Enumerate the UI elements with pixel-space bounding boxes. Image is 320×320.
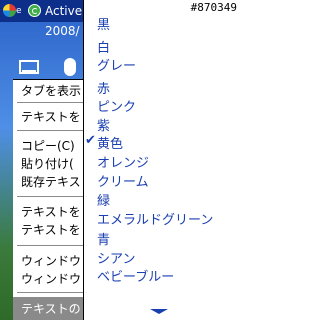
- activesync-icon[interactable]: [28, 4, 41, 17]
- scroll-down-arrow-icon[interactable]: [150, 309, 168, 314]
- context-menu: タブを表示 テキストを コピー(C) 貼り付け( 既存テキス テキストを テキス…: [13, 79, 91, 320]
- color-item-orange[interactable]: オレンジ: [97, 152, 149, 171]
- title-fragment: e: [16, 6, 22, 16]
- color-item-green[interactable]: 緑: [97, 190, 110, 209]
- color-item-blue[interactable]: 青: [97, 229, 110, 248]
- context-menu-item[interactable]: コピー(C): [21, 137, 75, 154]
- context-menu-item[interactable]: 既存テキス: [21, 173, 81, 190]
- start-menu-icon[interactable]: [3, 4, 16, 17]
- today-item-icon: [64, 58, 76, 76]
- context-menu-item[interactable]: テキストを: [21, 108, 81, 125]
- screen: e Active 2008/ タブを表示 テキストを コピー(C) 貼り付け( …: [0, 0, 240, 320]
- color-item-pink[interactable]: ピンク: [97, 96, 136, 115]
- mail-icon: [19, 60, 39, 74]
- color-submenu: #870349 ✔ 黒 白 グレー 赤 ピンク 紫 黄色 オレンジ クリーム 緑…: [83, 0, 240, 320]
- menu-separator: [17, 245, 91, 246]
- context-menu-item[interactable]: 貼り付け(: [21, 155, 74, 172]
- date-fragment: 2008/: [45, 24, 80, 38]
- context-menu-item[interactable]: テキストを: [21, 221, 81, 238]
- color-item-cream[interactable]: クリーム: [97, 171, 149, 190]
- color-code-label: #870349: [190, 1, 237, 14]
- menu-separator: [17, 196, 91, 197]
- context-menu-item-selected[interactable]: テキストの: [21, 300, 81, 317]
- context-menu-item[interactable]: ウィンドウ: [21, 252, 81, 269]
- app-title: Active: [45, 4, 83, 18]
- context-menu-item[interactable]: タブを表示: [21, 82, 81, 99]
- color-item-black[interactable]: 黒: [97, 14, 110, 33]
- context-menu-item[interactable]: ウィンドウ: [21, 270, 81, 287]
- color-item-gray[interactable]: グレー: [97, 55, 136, 74]
- color-item-cyan[interactable]: シアン: [97, 248, 135, 267]
- menu-separator: [17, 292, 91, 293]
- color-item-baby-blue[interactable]: ベビーブルー: [97, 266, 174, 285]
- menu-separator: [17, 130, 91, 131]
- context-menu-item[interactable]: テキストを: [21, 203, 81, 220]
- color-item-yellow[interactable]: 黄色: [97, 133, 123, 152]
- color-item-purple[interactable]: 紫: [97, 115, 110, 134]
- menu-separator: [17, 102, 91, 103]
- check-icon: ✔: [85, 133, 96, 148]
- color-item-emerald[interactable]: エメラルドグリーン: [97, 209, 213, 228]
- color-item-red[interactable]: 赤: [97, 78, 110, 97]
- color-item-white[interactable]: 白: [97, 37, 110, 56]
